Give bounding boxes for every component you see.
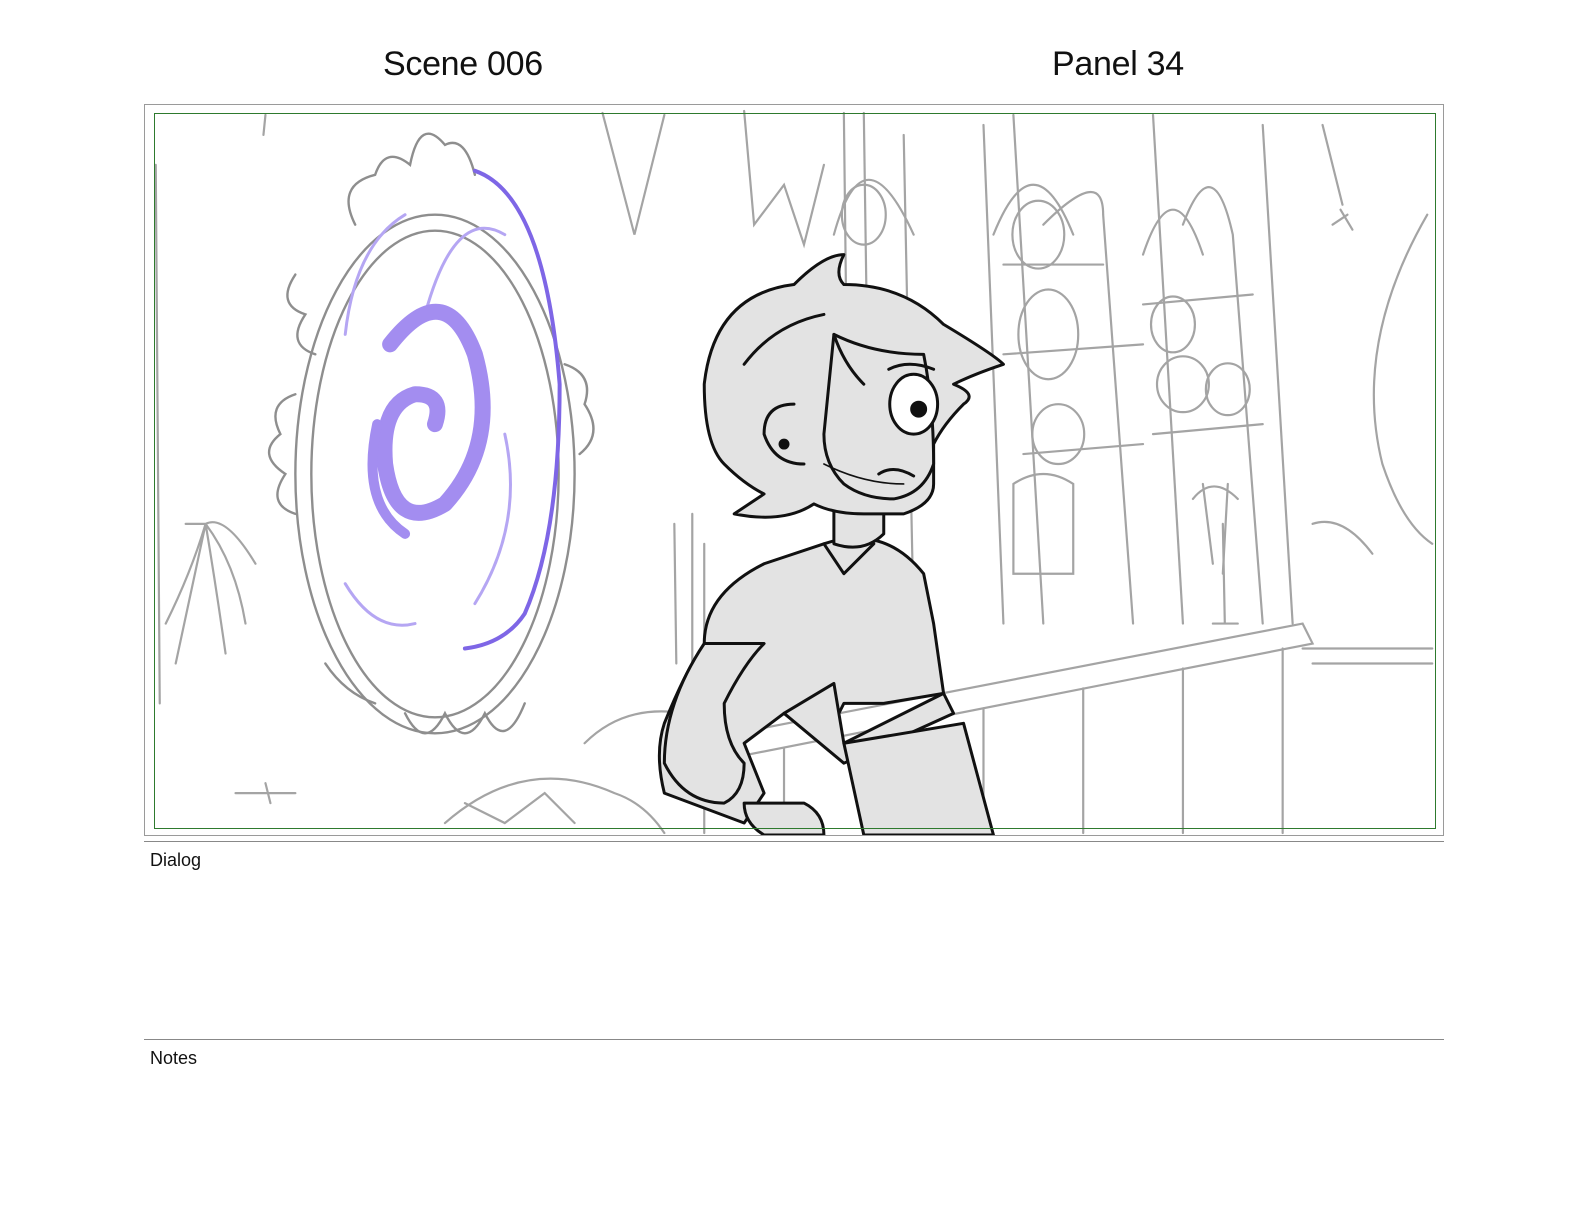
dialog-divider — [144, 841, 1444, 842]
mirror-frame — [267, 132, 595, 735]
scene-number: Scene 006 — [383, 45, 543, 83]
dialog-text — [150, 875, 1440, 1025]
storyboard-panel — [144, 104, 1444, 836]
dialog-label: Dialog — [150, 850, 202, 870]
panel-number: Panel 34 — [1052, 45, 1184, 83]
portal-swirl — [343, 168, 562, 651]
notes-label: Notes — [150, 1048, 198, 1068]
character-drawing — [657, 253, 1005, 835]
notes-text — [150, 1073, 1440, 1203]
notes-divider — [144, 1039, 1444, 1040]
storyboard-sketch-image — [154, 109, 1434, 835]
